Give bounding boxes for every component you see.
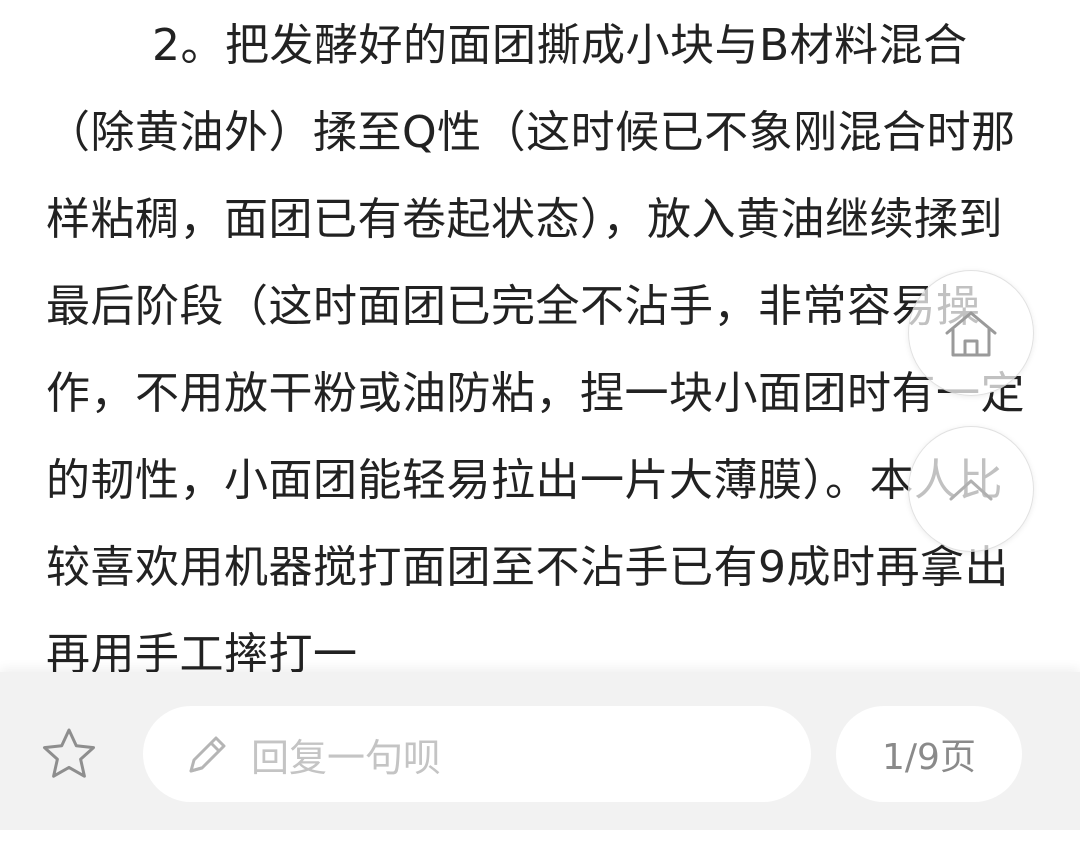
bottom-action-bar: 回复一句呗 1/9页 xyxy=(0,672,1080,830)
pencil-icon xyxy=(189,736,226,773)
home-floating-button[interactable] xyxy=(908,270,1034,396)
post-paragraph: 2。把发酵好的面团撕成小块与B材料混合（除黄油外）揉至Q性（这时候已不象刚混合时… xyxy=(46,20,1025,678)
reply-placeholder: 回复一句呗 xyxy=(251,735,442,780)
back-to-top-button[interactable] xyxy=(908,426,1034,552)
post-content: 2。把发酵好的面团撕成小块与B材料混合（除黄油外）揉至Q性（这时候已不象刚混合时… xyxy=(46,2,1036,678)
home-icon xyxy=(945,311,997,357)
page-indicator-button[interactable]: 1/9页 xyxy=(836,706,1022,802)
page-indicator-label: 1/9页 xyxy=(882,737,976,778)
chevron-up-icon xyxy=(949,479,993,501)
post-detail-page: 2。把发酵好的面团撕成小块与B材料混合（除黄油外）揉至Q性（这时候已不象刚混合时… xyxy=(0,0,1080,864)
star-icon xyxy=(43,728,95,778)
favorite-button[interactable] xyxy=(38,724,100,786)
reply-input[interactable]: 回复一句呗 xyxy=(143,706,811,802)
bottom-strip xyxy=(0,830,1080,864)
